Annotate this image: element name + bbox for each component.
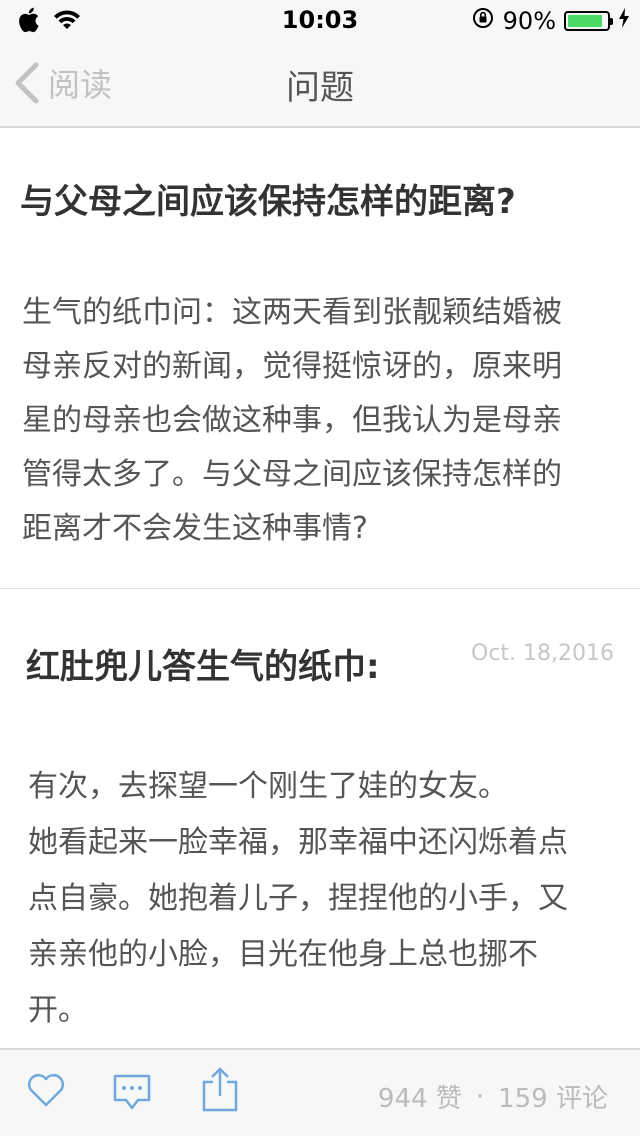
bottom-toolbar: 944 赞 · 159 评论 — [0, 1048, 640, 1136]
status-right: 90% — [471, 6, 630, 36]
answer-body: 有次，去探望一个刚生了娃的女友。 她看起来一脸幸福，那幸福中还闪烁着点 点自豪。… — [28, 769, 568, 1028]
likes-count[interactable]: 944 赞 — [378, 1078, 462, 1115]
comment-icon — [113, 1074, 151, 1110]
orientation-lock-icon — [471, 6, 495, 36]
like-button[interactable] — [26, 1072, 66, 1112]
comment-button[interactable] — [112, 1072, 152, 1118]
answer-date: Oct. 18,2016 — [471, 641, 614, 666]
navigation-bar: 阅读 问题 — [0, 40, 640, 128]
battery-percent: 90% — [502, 7, 556, 35]
app-screen: 10:03 90% 阅读 问题 与父母之间应该保持怎样的距离? 生气的纸巾问：这… — [0, 0, 640, 1136]
question-title: 与父母之间应该保持怎样的距离? — [20, 182, 516, 222]
question-body: 生气的纸巾问：这两天看到张靓颖结婚被 母亲反对的新闻，觉得挺惊讶的，原来明 星的… — [22, 295, 562, 546]
answer-header: 红肚兜儿答生气的纸巾: Oct. 18,2016 — [0, 589, 640, 689]
page-title: 问题 — [286, 68, 354, 108]
share-button[interactable] — [200, 1066, 240, 1116]
charging-icon — [618, 7, 630, 35]
share-icon — [202, 1067, 238, 1112]
heart-icon — [28, 1074, 64, 1107]
article-content[interactable]: 与父母之间应该保持怎样的距离? 生气的纸巾问：这两天看到张靓颖结婚被 母亲反对的… — [0, 128, 640, 1048]
battery-icon — [564, 11, 613, 31]
answer-title: 红肚兜儿答生气的纸巾: — [26, 647, 380, 687]
comments-count[interactable]: 159 评论 — [498, 1078, 608, 1115]
article-stats: 944 赞 · 159 评论 — [378, 1078, 608, 1115]
status-bar: 10:03 90% — [0, 0, 640, 40]
stats-separator: · — [475, 1081, 485, 1112]
battery-level-fill — [568, 15, 603, 27]
